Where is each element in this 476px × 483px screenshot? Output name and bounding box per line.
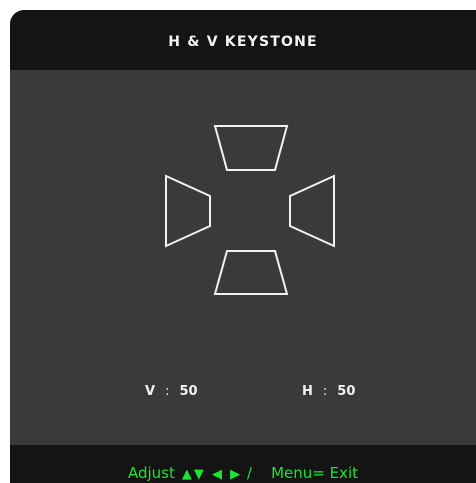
keystone-top-trapezoid-icon[interactable] bbox=[213, 125, 289, 171]
v-value: 50 bbox=[179, 384, 198, 399]
v-separator: : bbox=[165, 384, 170, 399]
keystone-osd-panel: H & V KEYSTONE V:50 H:50 Adjust ▲▼ ◀ ▶ / … bbox=[10, 10, 476, 483]
v-label: V bbox=[145, 384, 156, 399]
footer-hint: Adjust ▲▼ ◀ ▶ / Menu= Exit bbox=[10, 464, 476, 482]
hint-slash: / bbox=[246, 464, 252, 482]
arrow-keys-icon: ▲▼ ◀ ▶ bbox=[181, 467, 243, 482]
footer-bar: Adjust ▲▼ ◀ ▶ / Menu= Exit bbox=[10, 445, 476, 483]
keystone-bottom-trapezoid-icon[interactable] bbox=[213, 250, 289, 295]
keystone-left-trapezoid-icon[interactable] bbox=[165, 174, 211, 248]
keystone-right-trapezoid-icon[interactable] bbox=[289, 174, 335, 248]
h-keystone-readout: H:50 bbox=[302, 384, 355, 399]
adjust-label: Adjust bbox=[127, 464, 175, 482]
menu-exit-label: Menu= Exit bbox=[271, 464, 358, 482]
h-separator: : bbox=[322, 384, 328, 399]
h-label: H bbox=[302, 384, 313, 399]
v-keystone-readout: V:50 bbox=[145, 384, 198, 399]
keystone-diagram bbox=[165, 125, 335, 295]
h-value: 50 bbox=[337, 384, 356, 399]
